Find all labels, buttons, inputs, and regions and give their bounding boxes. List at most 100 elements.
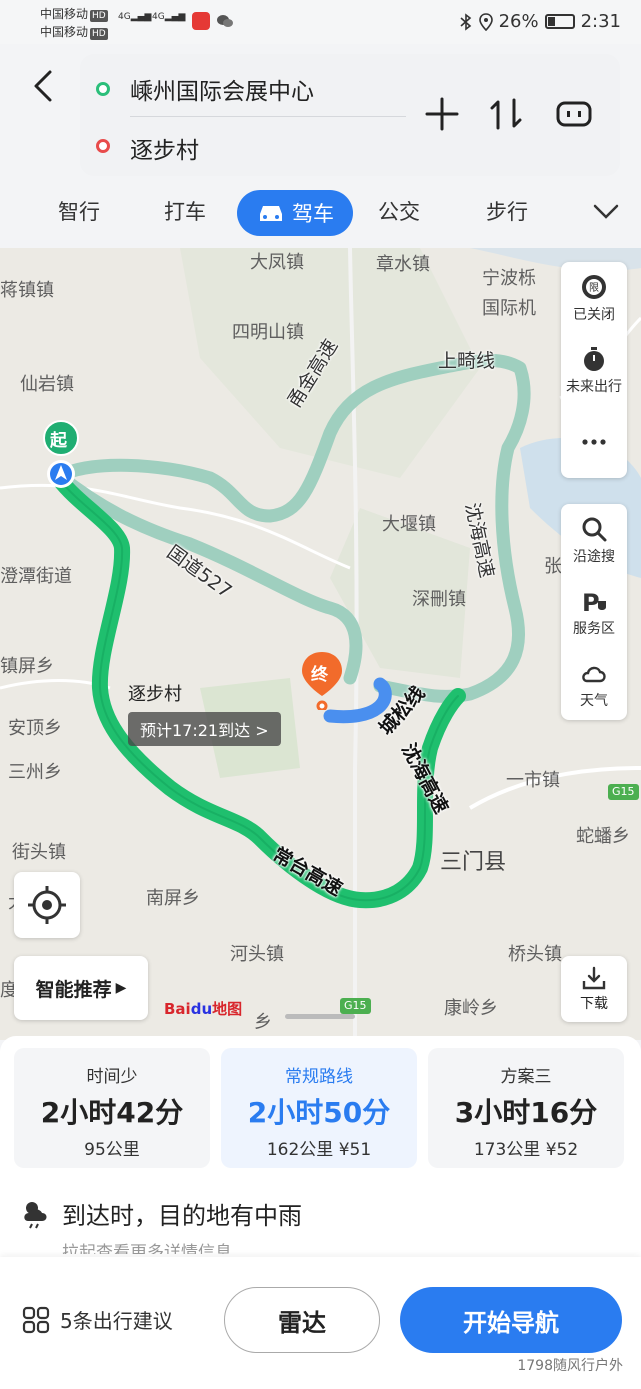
- tab-walk[interactable]: 步行: [486, 196, 528, 226]
- plan-name: 方案三: [500, 1067, 552, 1087]
- map-label: 深刪镇: [412, 589, 466, 610]
- status-right: 26% 2:31: [459, 11, 621, 32]
- svg-text:P: P: [582, 589, 600, 615]
- carrier-1: 中国移动 HD: [40, 7, 108, 22]
- map-view[interactable]: 蒋镇镇 大凤镇 章水镇 宁波栎 国际机 四明山镇 仙岩镇 大堰镇 澄潭街道 深刪…: [0, 248, 641, 1040]
- route-card: 嵊州国际会展中心 逐步村: [80, 54, 620, 176]
- map-label: 南屏乡: [146, 888, 200, 909]
- map-label: 章水镇: [376, 254, 430, 275]
- weather-button[interactable]: 天气: [561, 648, 627, 720]
- travel-suggestions-button[interactable]: 5条出行建议: [22, 1305, 173, 1334]
- map-label: 街头镇: [12, 842, 66, 863]
- tab-taxi[interactable]: 打车: [164, 196, 206, 226]
- weather-alert[interactable]: 到达时，目的地有中雨: [20, 1196, 302, 1231]
- smart-recommend-label: 智能推荐: [35, 978, 112, 1001]
- download-label: 下载: [580, 996, 608, 1012]
- route-plan-option[interactable]: 时间少 2小时42分 95公里: [14, 1048, 210, 1168]
- restriction-button[interactable]: 限 已关闭: [561, 262, 627, 334]
- smart-recommend-button[interactable]: 智能推荐 ▶: [14, 956, 148, 1020]
- action-bar: 5条出行建议 雷达 开始导航 1798随风行户外: [0, 1257, 641, 1389]
- destination-input[interactable]: 逐步村: [130, 131, 199, 165]
- grid-icon: [22, 1306, 50, 1333]
- road-label: 上畸线: [438, 350, 496, 372]
- plan-name: 时间少: [86, 1067, 138, 1087]
- plan-time: 2小时42分: [40, 1096, 184, 1129]
- carrier-2: 中国移动 HD: [40, 25, 108, 40]
- route-plans: 时间少 2小时42分 95公里 常规路线 2小时50分 162公里 ¥51 方案…: [14, 1048, 627, 1168]
- end-pin-label: 终: [311, 665, 328, 685]
- chevron-down-icon[interactable]: [591, 196, 621, 226]
- search-icon: [582, 517, 607, 541]
- restriction-icon: 限: [582, 274, 606, 299]
- map-label: 河头镇: [230, 944, 284, 965]
- weather-label: 天气: [580, 692, 608, 709]
- weather-hint: 拉起查看更多详情信息: [62, 1243, 232, 1254]
- add-waypoint-icon[interactable]: [422, 94, 462, 134]
- eta-bubble[interactable]: 预计17:21到达 >: [128, 712, 281, 746]
- watermark: 1798随风行户外: [517, 1358, 623, 1374]
- service-area-button[interactable]: P 服务区: [561, 576, 627, 648]
- drag-handle[interactable]: [285, 1014, 355, 1019]
- location-icon: [478, 12, 493, 31]
- clock: 2:31: [580, 11, 621, 32]
- download-button[interactable]: 下载: [561, 956, 627, 1022]
- map-label: 乡: [254, 1012, 272, 1033]
- recorder-app-icon: [192, 12, 210, 30]
- restriction-label: 已关闭: [573, 306, 615, 323]
- more-dots-icon: [582, 439, 606, 445]
- more-button[interactable]: [561, 406, 627, 478]
- network-2-icon: 4G▂▄▆: [152, 12, 186, 22]
- plan-time: 3小时16分: [454, 1096, 598, 1129]
- wechat-icon: [217, 15, 233, 27]
- service-area-icon: P: [582, 589, 606, 615]
- future-travel-label: 未来出行: [566, 378, 622, 395]
- stopwatch-icon: [584, 346, 604, 371]
- route-plan-option[interactable]: 方案三 3小时16分 173公里 ¥52: [428, 1048, 624, 1168]
- car-settings-icon[interactable]: [554, 94, 594, 134]
- baidu-map-logo: Baidu地图: [164, 1000, 243, 1018]
- radar-button[interactable]: 雷达: [224, 1287, 380, 1353]
- tab-bus[interactable]: 公交: [378, 196, 420, 226]
- tab-drive-label: 驾车: [292, 202, 334, 226]
- locate-button[interactable]: [14, 872, 80, 938]
- cloud-icon: [582, 666, 606, 682]
- bluetooth-icon: [460, 12, 471, 31]
- map-label: 仙岩镇: [20, 374, 74, 395]
- search-along-button[interactable]: 沿途搜: [561, 504, 627, 576]
- battery-icon: [544, 14, 575, 29]
- highway-badge: G15: [608, 784, 639, 800]
- map-label: 张: [544, 556, 562, 577]
- map-label: 大凤镇: [250, 252, 304, 273]
- future-travel-button[interactable]: 未来出行: [561, 334, 627, 406]
- plan-name: 常规路线: [285, 1067, 353, 1087]
- plan-time: 2小时50分: [247, 1096, 391, 1129]
- map-label: 蒋镇镇: [0, 280, 54, 301]
- mode-tabs: 智行 打车 驾车 公交 步行: [0, 190, 641, 240]
- map-label: 一市镇: [506, 770, 560, 791]
- battery-percent: 26%: [498, 11, 539, 32]
- map-label: 桥头镇: [508, 944, 562, 965]
- map-label: 宁波栎: [482, 268, 536, 289]
- route-plan-option-selected[interactable]: 常规路线 2小时50分 162公里 ¥51: [221, 1048, 417, 1168]
- side-panel-top: 限 已关闭 未来出行: [561, 262, 627, 478]
- origin-input[interactable]: 嵊州国际会展中心: [130, 72, 314, 106]
- side-panel-mid: 沿途搜 P 服务区 天气: [561, 504, 627, 720]
- download-icon: [582, 966, 606, 990]
- back-icon[interactable]: [26, 66, 62, 106]
- tab-drive[interactable]: 驾车: [237, 190, 353, 236]
- plan-meta: 173公里 ¥52: [473, 1140, 579, 1160]
- map-label: 康岭乡: [444, 998, 498, 1019]
- status-bar: 中国移动 HD 中国移动 HD 4G▂▄▆ 4G▂▄▆ 26% 2:31: [0, 0, 641, 44]
- swap-icon[interactable]: [486, 94, 526, 134]
- sun-cloud-rain-icon: [24, 1201, 47, 1228]
- plan-meta: 95公里: [84, 1140, 140, 1160]
- county-label: 三门县: [440, 850, 507, 875]
- map-label: 三州乡: [8, 762, 62, 783]
- triangle-right-icon: ▶: [115, 980, 127, 996]
- tab-smart[interactable]: 智行: [58, 196, 100, 226]
- search-along-label: 沿途搜: [573, 548, 615, 565]
- crosshair-icon: [28, 886, 66, 924]
- travel-suggestions-label: 5条出行建议: [60, 1309, 173, 1333]
- start-navigation-button[interactable]: 开始导航: [400, 1287, 622, 1353]
- weather-alert-text: 到达时，目的地有中雨: [62, 1202, 302, 1230]
